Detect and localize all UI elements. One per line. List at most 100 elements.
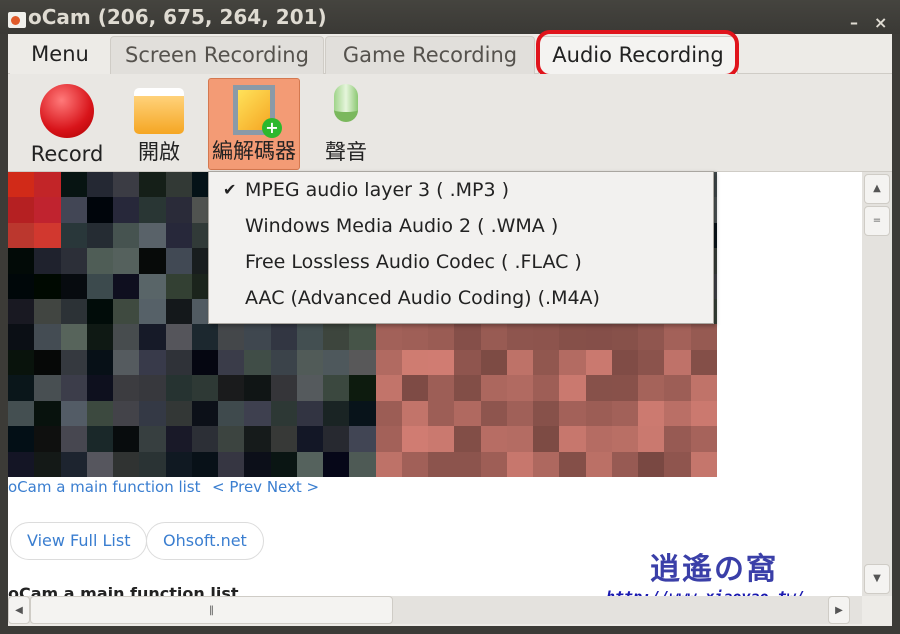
mosaic-cell: [8, 222, 35, 249]
mosaic-cell: [139, 299, 166, 325]
mosaic-cell: [585, 375, 612, 401]
mosaic-cell: [139, 400, 166, 427]
sound-button[interactable]: 聲音: [314, 78, 378, 170]
scroll-left-button[interactable]: ◀: [8, 596, 30, 624]
main-window: Menu Screen Recording Game Recording Aud…: [8, 30, 892, 626]
codec-dropdown-menu: ✔ MPEG audio layer 3 ( .MP3 ) Windows Med…: [208, 171, 714, 324]
mosaic-cell: [86, 197, 114, 223]
mosaic-cell: [664, 400, 691, 427]
mosaic-cell: [533, 426, 560, 452]
mosaic-cell: [323, 324, 350, 350]
mosaic-cell: [428, 426, 455, 452]
mosaic-cell: [86, 426, 114, 452]
mosaic-cell: [165, 197, 192, 223]
mosaic-cell: [34, 375, 61, 401]
scroll-up-button[interactable]: ▲: [864, 174, 890, 204]
mosaic-cell: [244, 400, 271, 427]
mosaic-cell: [60, 172, 87, 198]
mosaic-cell: [218, 349, 245, 376]
mosaic-cell: [296, 426, 324, 452]
mosaic-cell: [454, 451, 481, 477]
mosaic-cell: [480, 400, 507, 427]
mosaic-cell: [611, 451, 639, 477]
record-icon: [40, 84, 94, 138]
vertical-scrollbar[interactable]: ▲ = ▼: [862, 172, 892, 596]
menu-item-m4a[interactable]: AAC (Advanced Audio Coding) (.M4A): [209, 280, 713, 316]
mosaic-cell: [86, 248, 114, 274]
tab-menu[interactable]: Menu: [10, 36, 110, 74]
mosaic-cell: [296, 324, 324, 350]
mosaic-cell: [454, 375, 481, 401]
mosaic-cell: [139, 273, 166, 300]
tab-screen-recording[interactable]: Screen Recording: [110, 36, 324, 74]
codec-film-icon: +: [233, 85, 282, 138]
hscroll-thumb[interactable]: ‖: [30, 596, 393, 624]
prev-next-link[interactable]: < Prev Next >: [212, 478, 319, 496]
mosaic-cell: [506, 451, 534, 477]
mosaic-cell: [690, 400, 717, 427]
mosaic-cell: [218, 324, 245, 350]
codec-button[interactable]: + 編解碼器: [208, 78, 300, 170]
mosaic-cell: [165, 222, 192, 249]
microphone-icon: [334, 84, 358, 122]
mosaic-cell: [60, 400, 87, 427]
mosaic-cell: [139, 426, 166, 452]
view-full-list-button[interactable]: View Full List: [10, 522, 148, 560]
mosaic-cell: [559, 400, 586, 427]
mosaic-cell: [559, 349, 586, 376]
mosaic-cell: [8, 375, 35, 401]
mosaic-cell: [8, 426, 35, 452]
open-button[interactable]: 開啟: [124, 78, 194, 170]
mosaic-cell: [191, 349, 219, 376]
mosaic-cell: [60, 273, 87, 300]
mosaic-cell: [165, 426, 192, 452]
mosaic-cell: [375, 451, 402, 477]
mosaic-cell: [611, 426, 639, 452]
mosaic-cell: [533, 400, 560, 427]
mosaic-cell: [139, 172, 166, 198]
check-icon: ✔: [223, 180, 237, 199]
mosaic-cell: [270, 451, 297, 477]
mosaic-cell: [323, 426, 350, 452]
mosaic-cell: [244, 349, 271, 376]
mosaic-cell: [349, 324, 376, 350]
mosaic-cell: [165, 400, 192, 427]
scroll-thumb[interactable]: =: [864, 206, 890, 236]
mosaic-cell: [8, 299, 35, 325]
mosaic-cell: [113, 375, 140, 401]
mosaic-cell: [8, 349, 35, 376]
mosaic-cell: [8, 248, 35, 274]
tab-game-recording[interactable]: Game Recording: [325, 36, 535, 74]
menu-item-flac[interactable]: Free Lossless Audio Codec ( .FLAC ): [209, 244, 713, 280]
mosaic-cell: [349, 349, 376, 376]
ohsoft-button[interactable]: Ohsoft.net: [146, 522, 264, 560]
mosaic-cell: [113, 451, 140, 477]
mosaic-cell: [60, 324, 87, 350]
menu-item-wma[interactable]: Windows Media Audio 2 ( .WMA ): [209, 208, 713, 244]
mosaic-cell: [270, 426, 297, 452]
mosaic-cell: [401, 324, 429, 350]
mosaic-cell: [428, 349, 455, 376]
function-list-link[interactable]: oCam a main function list: [8, 478, 201, 496]
mosaic-cell: [559, 375, 586, 401]
record-button[interactable]: Record: [24, 78, 110, 170]
mosaic-cell: [638, 324, 665, 350]
mosaic-cell: [401, 375, 429, 401]
mosaic-cell: [401, 349, 429, 376]
mosaic-cell: [401, 451, 429, 477]
mosaic-cell: [428, 375, 455, 401]
mosaic-cell: [165, 451, 192, 477]
mosaic-cell: [60, 197, 87, 223]
scroll-right-button[interactable]: ▶: [828, 596, 850, 624]
mosaic-cell: [34, 299, 61, 325]
mosaic-cell: [8, 324, 35, 350]
mosaic-cell: [664, 426, 691, 452]
horizontal-scrollbar[interactable]: ◀ ‖ ▶: [8, 596, 862, 624]
scroll-down-button[interactable]: ▼: [864, 564, 890, 594]
mosaic-cell: [34, 248, 61, 274]
mosaic-cell: [218, 451, 245, 477]
mosaic-cell: [664, 324, 691, 350]
mosaic-cell: [218, 426, 245, 452]
mosaic-cell: [244, 426, 271, 452]
menu-item-mp3[interactable]: ✔ MPEG audio layer 3 ( .MP3 ): [209, 172, 713, 208]
